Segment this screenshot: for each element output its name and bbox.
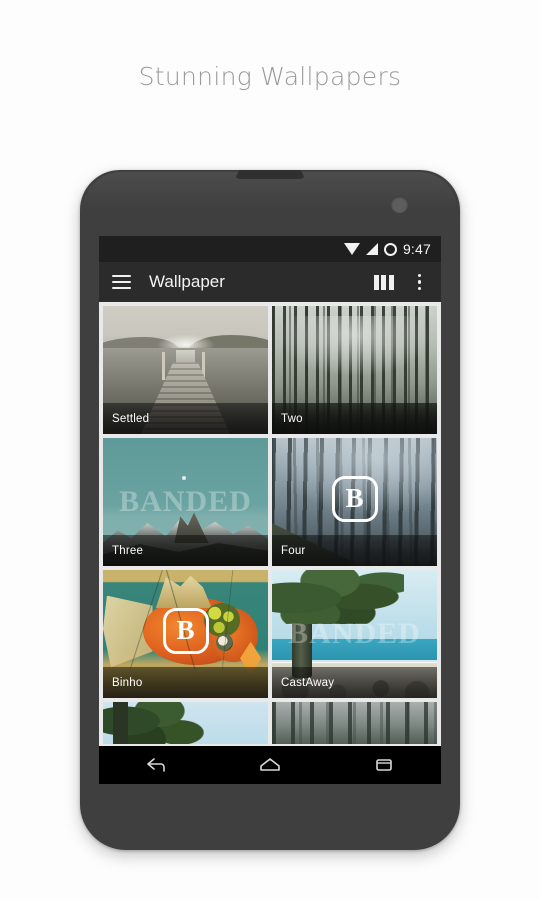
wallpaper-tile-label: Binho xyxy=(103,667,268,698)
action-bar-title: Wallpaper xyxy=(149,272,225,291)
cellular-signal-icon xyxy=(365,243,378,255)
wifi-icon xyxy=(343,242,360,255)
nav-recents-button[interactable] xyxy=(352,746,416,784)
back-arrow-icon xyxy=(147,758,165,772)
earpiece-speaker-icon xyxy=(235,170,305,179)
banded-b-badge-icon: B xyxy=(162,608,209,655)
wallpaper-tile-partial-right[interactable] xyxy=(272,702,437,744)
action-bar: Wallpaper xyxy=(99,262,441,302)
banded-b-badge-icon: B xyxy=(331,476,378,523)
overflow-menu-icon[interactable] xyxy=(408,270,428,294)
wallpaper-tile-label: Two xyxy=(272,403,437,434)
nav-back-button[interactable] xyxy=(124,746,188,784)
page-root: Stunning Wallpapers 9:47 Wallpaper Settl… xyxy=(0,0,540,900)
front-camera-icon xyxy=(391,196,408,213)
wallpaper-tile-label: Three xyxy=(103,535,268,566)
wallpaper-tile-label: CastAway xyxy=(272,667,437,698)
phone-device-frame: 9:47 Wallpaper Settled Two BANDED Three … xyxy=(80,170,460,850)
nav-home-button[interactable] xyxy=(238,746,302,784)
wallpaper-tile-binho[interactable]: B Binho xyxy=(103,570,268,698)
wallpaper-tile-partial-left[interactable] xyxy=(103,702,268,744)
badge-letter: B xyxy=(176,615,195,646)
page-title: Stunning Wallpapers xyxy=(138,62,402,91)
wallpaper-tile-label: Four xyxy=(272,535,437,566)
home-icon xyxy=(260,758,280,771)
status-bar-clock: 9:47 xyxy=(402,241,431,257)
wallpaper-tile-three[interactable]: BANDED Three xyxy=(103,438,268,566)
wallpaper-tile-two[interactable]: Two xyxy=(272,306,437,434)
wallpaper-tile-four[interactable]: B Four xyxy=(272,438,437,566)
wallpaper-thumbnail xyxy=(103,702,268,744)
hamburger-menu-icon[interactable] xyxy=(112,275,131,289)
phone-screen: 9:47 Wallpaper Settled Two BANDED Three … xyxy=(99,236,441,784)
android-navigation-bar xyxy=(99,746,441,784)
battery-icon xyxy=(383,242,397,256)
recents-icon xyxy=(376,759,392,771)
status-bar: 9:47 xyxy=(99,236,441,262)
wallpaper-tile-label: Settled xyxy=(103,403,268,434)
wallpaper-grid: Settled Two BANDED Three B Four B Binho … xyxy=(99,302,441,784)
badge-letter: B xyxy=(345,483,364,514)
grid-columns-icon[interactable] xyxy=(373,274,394,290)
wallpaper-tile-settled[interactable]: Settled xyxy=(103,306,268,434)
banded-watermark: BANDED xyxy=(288,617,421,650)
wallpaper-tile-castaway[interactable]: BANDED CastAway xyxy=(272,570,437,698)
wallpaper-thumbnail xyxy=(272,702,437,744)
banded-watermark: BANDED xyxy=(119,485,252,518)
